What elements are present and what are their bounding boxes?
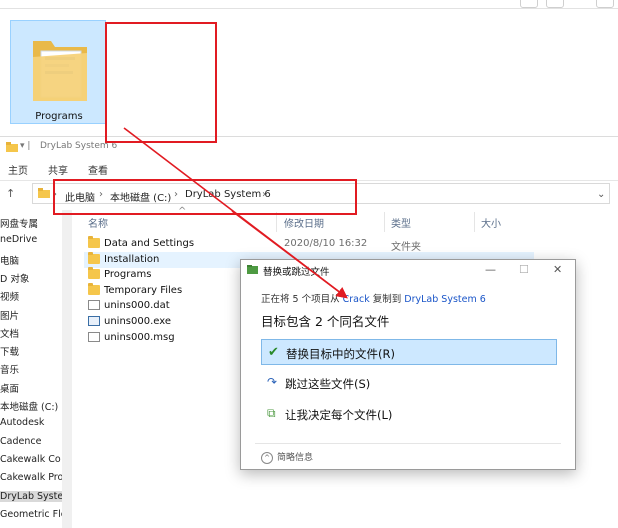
folder-icon [33, 41, 87, 101]
ribbon-tabs: 主页 共享 查看 [0, 158, 618, 181]
column-divider[interactable] [276, 212, 277, 232]
close-button[interactable]: ✕ [553, 263, 562, 276]
destination-folder-link[interactable]: DryLab System 6 [404, 294, 486, 305]
column-divider[interactable] [474, 212, 475, 232]
up-arrow-icon[interactable]: ↑ [6, 187, 15, 200]
sidebar-item[interactable]: 桌面 [0, 381, 62, 395]
folder-label: Programs [35, 111, 83, 122]
column-date[interactable]: 修改日期 [284, 215, 324, 230]
tab-view[interactable]: 查看 [88, 162, 108, 177]
folder-icon [38, 188, 50, 198]
replace-files-label: 替换目标中的文件(R) [286, 347, 395, 361]
column-name[interactable]: 名称 [88, 215, 108, 230]
chevron-down-icon[interactable]: ⌄ [597, 189, 605, 200]
fewer-details-toggle[interactable]: ^ 简略信息 [261, 450, 313, 464]
back-refresh-button[interactable] [520, 0, 538, 8]
decide-each-file-label: 让我决定每个文件(L) [285, 408, 393, 422]
sidebar-item[interactable]: neDrive [0, 234, 62, 245]
file-date: 2020/8/10 16:32 [284, 238, 368, 249]
dialog-divider [255, 443, 561, 444]
copy-progress-text: 正在将 5 个项目从 Crack 复制到 DryLab System 6 [261, 291, 486, 305]
conflict-heading: 目标包含 2 个同名文件 [261, 314, 390, 329]
sidebar-item[interactable]: Cadence [0, 436, 62, 447]
column-divider[interactable] [384, 212, 385, 232]
sidebar-item[interactable]: 音乐 [0, 362, 62, 376]
sidebar-item[interactable]: 本地磁盘 (C:) [0, 399, 62, 413]
replace-files-option[interactable]: ✔ 替换目标中的文件(R) [261, 339, 557, 365]
back-help-button[interactable] [596, 0, 614, 8]
annotation-box-path [53, 179, 357, 215]
file-name: unins000.dat [104, 300, 170, 312]
file-row[interactable]: Data and Settings 2020/8/10 16:32 文件夹 [84, 236, 534, 253]
sidebar-item[interactable]: Autodesk [0, 417, 62, 428]
qat-icon[interactable]: ▾ | [20, 141, 30, 151]
fewer-details-label: 简略信息 [277, 453, 314, 463]
minimize-button[interactable]: — [485, 263, 496, 276]
sidebar-item[interactable]: 图片 [0, 308, 62, 322]
sidebar-item[interactable]: 视频 [0, 289, 62, 303]
skip-arrow-icon: ↷ [267, 375, 278, 389]
file-icon [88, 300, 100, 311]
sidebar-item[interactable]: 下载 [0, 344, 62, 358]
file-name: Data and Settings [104, 238, 195, 249]
skip-files-option[interactable]: ↷ 跳过这些文件(S) [261, 370, 557, 396]
sidebar-item[interactable]: Geometric Fle [0, 509, 62, 520]
folder-icon [88, 251, 100, 264]
file-name: Programs [104, 269, 152, 281]
file-name: Installation [104, 253, 160, 265]
compare-files-icon: ⧉ [267, 406, 276, 420]
copy-files-icon [247, 265, 258, 274]
sidebar-item[interactable]: Cakewalk Pro [0, 472, 62, 483]
file-name: unins000.msg [104, 331, 175, 343]
sidebar-item[interactable]: 文档 [0, 326, 62, 340]
sidebar-item[interactable]: Cakewalk Co [0, 454, 62, 465]
sidebar-item[interactable]: D 对象 [0, 271, 62, 285]
progress-prefix: 正在将 5 个项目从 [261, 294, 340, 305]
column-size[interactable]: 大小 [481, 215, 501, 230]
back-search-button[interactable] [546, 0, 564, 8]
replace-or-skip-dialog: 替换或跳过文件 — ☐ ✕ 正在将 5 个项目从 Crack 复制到 DryLa… [240, 259, 576, 470]
decide-each-file-option[interactable]: ⧉ 让我决定每个文件(L) [261, 401, 557, 427]
explorer-titlebar: ▾ | DryLab System 6 [0, 137, 618, 157]
checkmark-icon: ✔ [268, 345, 279, 360]
maximize-button[interactable]: ☐ [519, 263, 529, 276]
folder-icon [6, 142, 18, 152]
application-icon [88, 316, 100, 326]
sidebar-item[interactable]: DryLab Syster [0, 490, 62, 502]
dialog-title: 替换或跳过文件 [263, 267, 330, 278]
navigation-pane: 网盘专属 neDrive 电脑 D 对象视频图片文档下载音乐桌面本地磁盘 (C:) Au… [0, 210, 62, 528]
tab-share[interactable]: 共享 [48, 162, 68, 177]
skip-files-label: 跳过这些文件(S) [285, 377, 371, 391]
folder-icon [88, 236, 100, 248]
column-type[interactable]: 类型 [391, 215, 411, 230]
folder-icon [88, 282, 100, 295]
annotation-box-folder [105, 22, 217, 143]
source-folder-link[interactable]: Crack [343, 294, 370, 305]
file-name: unins000.exe [104, 316, 172, 327]
sidebar-item[interactable]: 网盘专属 [0, 216, 62, 230]
sidebar-item[interactable]: 电脑 [0, 253, 62, 267]
tab-home[interactable]: 主页 [8, 162, 28, 177]
file-name: Temporary Files [104, 284, 183, 296]
navigation-scrollbar[interactable] [62, 210, 72, 528]
progress-mid: 复制到 [372, 294, 402, 305]
chevron-up-icon: ^ [261, 451, 273, 464]
folder-icon [88, 267, 100, 280]
file-icon [88, 331, 100, 342]
programs-folder-tile[interactable]: Programs [10, 20, 106, 124]
